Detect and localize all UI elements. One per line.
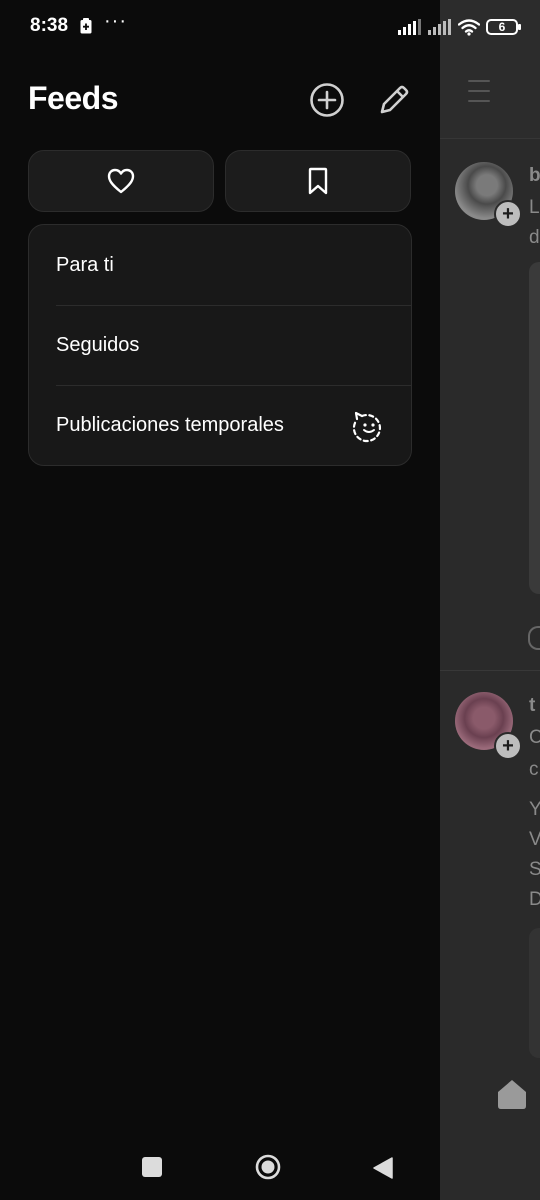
feed-item-seguidos[interactable]: Seguidos xyxy=(29,305,411,385)
saved-feed-button[interactable] xyxy=(225,150,411,212)
post-text: S xyxy=(529,859,540,880)
post-media xyxy=(529,928,540,1058)
follow-plus-icon: + xyxy=(494,200,522,228)
back-button[interactable] xyxy=(372,1156,394,1180)
liked-feed-button[interactable] xyxy=(28,150,214,212)
recents-button[interactable] xyxy=(142,1157,162,1177)
post-text: c xyxy=(529,759,539,780)
signal-icon xyxy=(428,19,451,35)
more-notifications-icon: ··· xyxy=(104,10,127,32)
notification-icon xyxy=(80,18,92,34)
post-author: t xyxy=(529,695,536,716)
system-nav-bar xyxy=(0,1136,440,1200)
feed-list: Para ti Seguidos Publicaciones temporale… xyxy=(28,224,412,466)
background-feed: + b L d + t C c Y V S D xyxy=(440,0,540,1200)
edit-feeds-button[interactable] xyxy=(374,80,414,120)
feed-item-publicaciones-temporales[interactable]: Publicaciones temporales xyxy=(29,385,411,465)
signal-icon xyxy=(398,19,421,35)
ghost-face-icon xyxy=(352,411,381,443)
home-icon xyxy=(498,1080,526,1109)
feed-item-label: Seguidos xyxy=(56,333,140,356)
battery-icon: 6 xyxy=(486,19,521,35)
post-text: d xyxy=(529,227,540,248)
feeds-drawer: Feeds Para ti Seguidos Publicaciones tem… xyxy=(0,0,440,1200)
status-bar: 8:38 ··· 6 xyxy=(0,0,540,52)
status-time: 8:38 xyxy=(30,15,69,36)
post-text: Y xyxy=(529,799,540,820)
follow-plus-icon: + xyxy=(494,732,522,760)
status-indicators: 6 xyxy=(398,16,521,38)
feed-item-label: Publicaciones temporales xyxy=(56,413,284,436)
add-feed-button[interactable] xyxy=(307,80,347,120)
like-icon xyxy=(528,626,540,650)
menu-icon xyxy=(468,80,490,110)
post-text: V xyxy=(529,829,540,850)
feed-item-label: Para ti xyxy=(56,253,114,276)
bookmark-icon xyxy=(308,167,328,195)
post-author: b xyxy=(529,165,540,186)
home-button[interactable] xyxy=(255,1154,281,1180)
page-title: Feeds xyxy=(28,80,118,116)
post-text: D xyxy=(529,889,540,910)
post-media xyxy=(529,262,540,594)
heart-icon xyxy=(107,168,135,194)
wifi-icon xyxy=(458,18,480,36)
feed-item-para-ti[interactable]: Para ti xyxy=(29,225,411,305)
post-text: C xyxy=(529,727,540,748)
post-divider xyxy=(440,670,540,671)
post-text: L xyxy=(529,197,540,218)
battery-level: 6 xyxy=(498,20,506,34)
